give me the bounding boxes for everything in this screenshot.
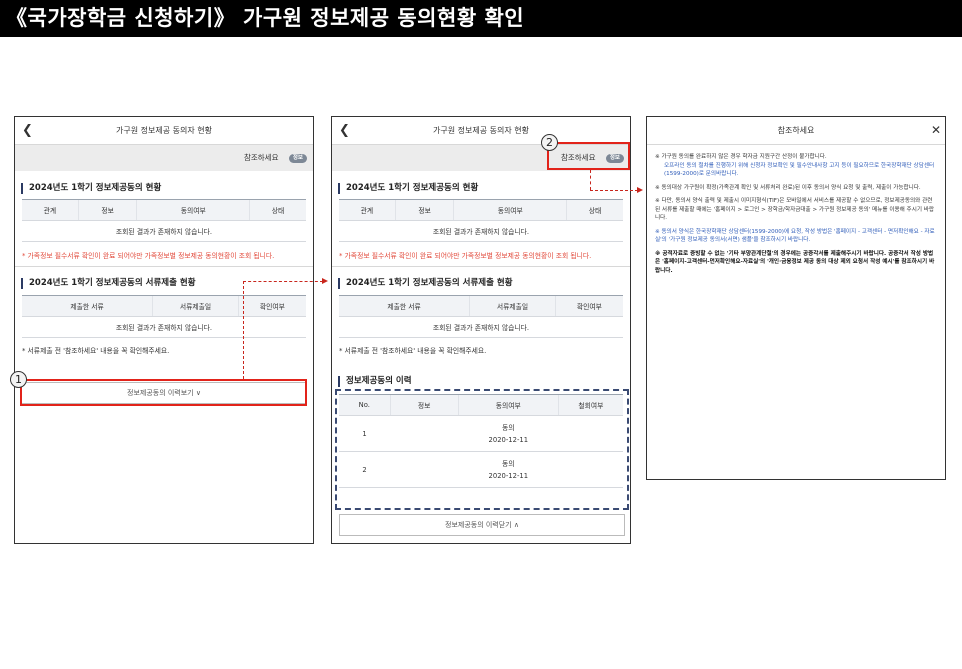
- section-history-title: 정보제공동의 이력: [338, 376, 630, 387]
- tutorial-page: 《국가장학금 신청하기》 가구원 정보제공 동의현황 확인 ❮ 가구원 정보제공…: [0, 0, 962, 669]
- column-header: 관계: [339, 199, 396, 221]
- family-info-note: * 가족정보 필수서류 확인이 완료 되어야만 가족정보별 정보제공 동의현황이…: [339, 252, 592, 260]
- empty-message: 조회된 결과가 존재하지 않습니다.: [22, 220, 306, 242]
- column-header: 상태: [566, 199, 623, 221]
- section-consent-title: 2024년도 1학기 정보제공동의 현황: [338, 183, 630, 194]
- column-header: 상태: [249, 199, 306, 221]
- column-header: 서류제출일: [469, 295, 556, 317]
- section-documents-title: 2024년도 1학기 정보제공동의 서류제출 현황: [21, 278, 313, 289]
- column-header: 제출한 서류: [339, 295, 470, 317]
- screen-header: ❮ 가구원 정보제공 동의자 현황: [332, 117, 630, 145]
- column-header: 제출한 서류: [22, 295, 153, 317]
- highlight-reference: [547, 142, 630, 170]
- screen-header: ❮ 가구원 정보제공 동의자 현황: [15, 117, 313, 145]
- section-documents-title: 2024년도 1학기 정보제공동의 서류제출 현황: [338, 278, 630, 289]
- reference-link[interactable]: 참조하세요: [244, 153, 279, 162]
- notice-item: ※ 동의서 양식은 한국장학재단 상담센터(1599-2000)에 요청, 작성…: [655, 228, 935, 244]
- notice-header: 참조하세요 ✕: [647, 117, 945, 145]
- step-marker-2: 2: [541, 134, 558, 151]
- arrow-connector: [243, 281, 244, 379]
- arrow-connector: [243, 281, 323, 282]
- highlight-history-button: [20, 379, 307, 406]
- document-note: * 서류제출 전 '참조하세요' 내용을 꼭 확인해주세요.: [22, 347, 170, 355]
- arrow-head-icon: [637, 187, 643, 193]
- section-consent-title: 2024년도 1학기 정보제공동의 현황: [21, 183, 313, 194]
- screen-title: 가구원 정보제공 동의자 현황: [116, 126, 212, 135]
- family-info-note: * 가족정보 필수서류 확인이 완료 되어야만 가족정보별 정보제공 동의현황이…: [22, 252, 275, 260]
- reference-badge[interactable]: 정보: [288, 153, 307, 163]
- screen-title: 가구원 정보제공 동의자 현황: [433, 126, 529, 135]
- document-note: * 서류제출 전 '참조하세요' 내용을 꼭 확인해주세요.: [339, 347, 487, 355]
- consent-table: 관계 정보 동의여부 상태 조회된 결과가 존재하지 않습니다.: [22, 199, 306, 242]
- column-header: 서류제출일: [152, 295, 239, 317]
- empty-message: 조회된 결과가 존재하지 않습니다.: [339, 316, 623, 338]
- step-marker-1: 1: [10, 371, 27, 388]
- reference-bar: 참조하세요 정보: [15, 145, 313, 171]
- close-icon[interactable]: ✕: [931, 117, 941, 144]
- chevron-left-icon[interactable]: ❮: [22, 117, 33, 144]
- history-close-label: 정보제공동의 이력닫기: [445, 521, 512, 529]
- column-header: 확인여부: [554, 295, 623, 317]
- column-header: 확인여부: [237, 295, 306, 317]
- column-header: 정보: [77, 199, 137, 221]
- highlight-history-table: [335, 389, 629, 510]
- history-close-button[interactable]: 정보제공동의 이력닫기 ∧: [339, 514, 625, 536]
- column-header: 정보: [394, 199, 454, 221]
- notice-body: ※ 가구원 동의를 완료하지 않은 경우 학자금 지원구간 산정이 불가합니다.…: [647, 145, 945, 275]
- notice-item: ※ 동의대상 가구원이 확정(가족관계 확인 및 서류처리 완료)된 이후 동의…: [655, 184, 921, 191]
- column-header: 관계: [22, 199, 79, 221]
- column-header: 동의여부: [453, 199, 567, 221]
- notice-item: ※ 다만, 동의서 양식 출력 및 제출시 이미지형식(TIF)은 모바일에서 …: [655, 198, 935, 221]
- empty-message: 조회된 결과가 존재하지 않습니다.: [22, 316, 306, 338]
- screen-before: ❮ 가구원 정보제공 동의자 현황 참조하세요 정보 2024년도 1학기 정보…: [14, 116, 314, 544]
- notice-title: 참조하세요: [777, 126, 815, 135]
- consent-table: 관계 정보 동의여부 상태 조회된 결과가 존재하지 않습니다.: [339, 199, 623, 242]
- arrow-connector: [590, 190, 638, 191]
- notice-panel: 참조하세요 ✕ ※ 가구원 동의를 완료하지 않은 경우 학자금 지원구간 산정…: [646, 116, 946, 480]
- notice-item: ※ 공적자료로 증빙할 수 없는 '기타 부양관계단절'의 경우에는 공증각서를…: [655, 250, 935, 274]
- page-title: 《국가장학금 신청하기》 가구원 정보제공 동의현황 확인: [0, 0, 962, 37]
- documents-table: 제출한 서류 서류제출일 확인여부 조회된 결과가 존재하지 않습니다.: [339, 295, 623, 338]
- arrow-head-icon: [322, 278, 328, 284]
- notice-item: ※ 가구원 동의를 완료하지 않은 경우 학자금 지원구간 산정이 불가합니다.…: [655, 154, 935, 177]
- documents-table: 제출한 서류 서류제출일 확인여부 조회된 결과가 존재하지 않습니다.: [22, 295, 306, 338]
- empty-message: 조회된 결과가 존재하지 않습니다.: [339, 220, 623, 242]
- chevron-left-icon[interactable]: ❮: [339, 117, 350, 144]
- arrow-connector: [590, 170, 591, 190]
- chevron-up-icon: ∧: [513, 521, 519, 529]
- column-header: 동의여부: [136, 199, 250, 221]
